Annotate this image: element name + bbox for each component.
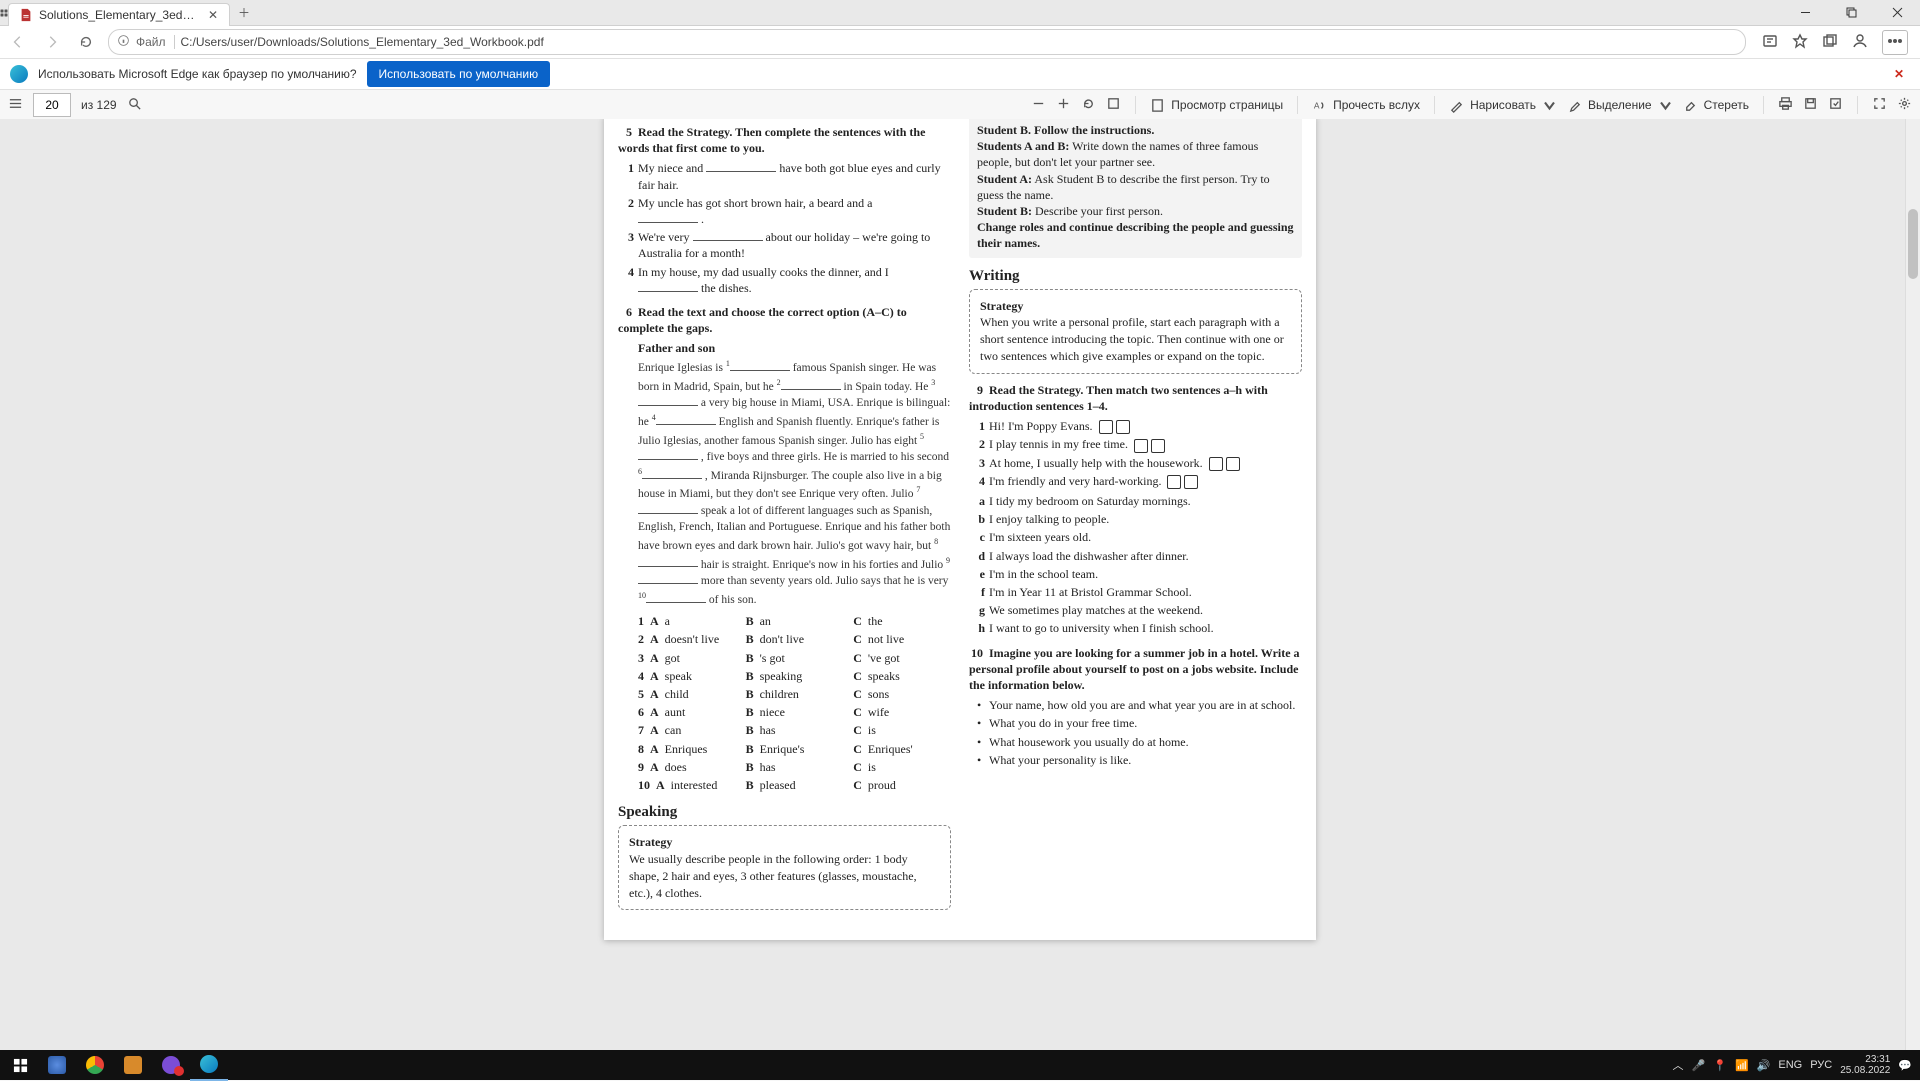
taskbar-app-chrome[interactable] [76, 1050, 114, 1080]
back-button[interactable] [6, 30, 30, 54]
forward-button[interactable] [40, 30, 64, 54]
save-as-icon[interactable] [1828, 96, 1843, 114]
tab-actions-icon[interactable] [0, 0, 8, 25]
start-button[interactable] [2, 1058, 38, 1073]
taskbar-app-3[interactable] [114, 1050, 152, 1080]
favorites-icon[interactable] [1792, 33, 1808, 52]
edge-logo-icon [10, 65, 28, 83]
refresh-button[interactable] [74, 30, 98, 54]
page-total: из 129 [81, 98, 117, 112]
print-icon[interactable] [1778, 96, 1793, 114]
page-view-button[interactable]: Просмотр страницы [1150, 98, 1283, 113]
title-bar: Solutions_Elementary_3ed_Work... ✕ ＋ [0, 0, 1920, 26]
exercise-9: 9Read the Strategy. Then match two sente… [969, 382, 1302, 637]
banner-text: Использовать Microsoft Edge как браузер … [38, 67, 357, 81]
read-aloud-button[interactable]: AПрочесть вслух [1312, 98, 1420, 113]
settings-gear-icon[interactable] [1897, 96, 1912, 114]
zoom-in-icon[interactable] [1056, 96, 1071, 114]
tray-location-icon[interactable]: 📍 [1713, 1059, 1727, 1072]
rotate-icon[interactable] [1081, 96, 1096, 114]
close-window-button[interactable] [1874, 0, 1920, 25]
find-icon[interactable] [127, 96, 142, 114]
pdf-toolbar: из 129 Просмотр страницы AПрочесть вслух… [0, 90, 1920, 121]
sidebar-toggle-icon[interactable] [8, 96, 23, 114]
tray-lang-2[interactable]: РУС [1810, 1059, 1832, 1071]
taskbar-app-1[interactable] [38, 1050, 76, 1080]
address-bar: Файл C:/Users/user/Downloads/Solutions_E… [0, 26, 1920, 59]
pdf-viewer: 5Read the Strategy. Then complete the se… [0, 119, 1920, 1050]
default-browser-banner: Использовать Microsoft Edge как браузер … [0, 59, 1920, 90]
pdf-page: 5Read the Strategy. Then complete the se… [604, 119, 1316, 940]
save-icon[interactable] [1803, 96, 1818, 114]
tray-mic-icon[interactable]: 🎤 [1692, 1059, 1706, 1072]
more-menu-button[interactable] [1882, 30, 1908, 55]
new-tab-button[interactable]: ＋ [230, 0, 258, 25]
scroll-thumb[interactable] [1908, 209, 1918, 279]
zoom-out-icon[interactable] [1031, 96, 1046, 114]
tray-volume-icon[interactable]: 🔊 [1757, 1059, 1771, 1072]
read-mode-icon[interactable] [1762, 33, 1778, 52]
erase-button[interactable]: Стереть [1683, 98, 1749, 113]
windows-taskbar: ︿ 🎤 📍 📶 🔊 ENG РУС 23:31 25.08.2022 💬 [0, 1050, 1920, 1080]
writing-strategy-box: Strategy When you write a personal profi… [969, 289, 1302, 374]
speaking-strategy-box: Strategy We usually describe people in t… [618, 825, 951, 910]
tab-title: Solutions_Elementary_3ed_Work... [39, 8, 201, 22]
banner-close-icon[interactable]: ✕ [1888, 67, 1910, 81]
taskbar-app-viber[interactable] [152, 1050, 190, 1080]
system-tray: ︿ 🎤 📍 📶 🔊 ENG РУС 23:31 25.08.2022 💬 [1673, 1054, 1918, 1076]
close-tab-icon[interactable]: ✕ [207, 8, 219, 22]
browser-tab[interactable]: Solutions_Elementary_3ed_Work... ✕ [8, 3, 230, 26]
fullscreen-icon[interactable] [1872, 96, 1887, 114]
tray-clock[interactable]: 23:31 25.08.2022 [1840, 1054, 1890, 1076]
maximize-button[interactable] [1828, 0, 1874, 25]
collections-icon[interactable] [1822, 33, 1838, 52]
fit-page-icon[interactable] [1106, 96, 1121, 114]
speaking-heading: Speaking [618, 804, 951, 821]
highlight-button[interactable]: Выделение [1567, 98, 1673, 113]
svg-text:A: A [1314, 100, 1320, 110]
window-controls [1782, 0, 1920, 25]
page-number-input[interactable] [33, 93, 71, 117]
partner-instructions: Student B. Follow the instructions. Stud… [969, 119, 1302, 258]
url-field[interactable]: Файл C:/Users/user/Downloads/Solutions_E… [108, 29, 1746, 55]
minimize-button[interactable] [1782, 0, 1828, 25]
tray-wifi-icon[interactable]: 📶 [1735, 1059, 1749, 1072]
draw-button[interactable]: Нарисовать [1449, 98, 1557, 113]
url-text: C:/Users/user/Downloads/Solutions_Elemen… [181, 35, 544, 49]
exercise-10: 10Imagine you are looking for a summer j… [969, 645, 1302, 768]
tray-lang-1[interactable]: ENG [1778, 1059, 1802, 1071]
pdf-file-icon [19, 8, 33, 22]
profile-icon[interactable] [1852, 33, 1868, 52]
writing-heading: Writing [969, 268, 1302, 285]
tray-chevron-icon[interactable]: ︿ [1673, 1057, 1684, 1073]
exercise-5: 5Read the Strategy. Then complete the se… [618, 124, 951, 296]
url-scheme: Файл [136, 35, 175, 49]
tray-notifications-icon[interactable]: 💬 [1898, 1059, 1912, 1072]
taskbar-app-edge[interactable] [190, 1049, 228, 1081]
vertical-scrollbar[interactable] [1905, 119, 1920, 1050]
set-default-button[interactable]: Использовать по умолчанию [367, 61, 551, 87]
exercise-6: 6Read the text and choose the correct op… [618, 304, 951, 794]
site-info-icon[interactable] [117, 34, 130, 50]
